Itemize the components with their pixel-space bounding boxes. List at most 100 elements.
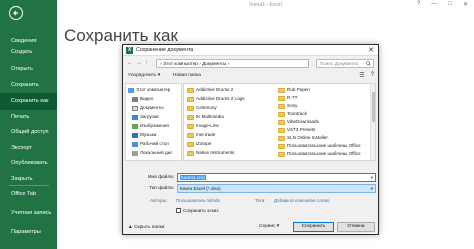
folder-icon xyxy=(187,150,194,156)
folder-item[interactable]: Addictive Drums 2 Logs xyxy=(187,95,245,103)
folder-icon xyxy=(278,111,285,117)
folder-icon xyxy=(278,119,285,125)
desktop-icon xyxy=(132,141,138,147)
file-type-label: Тип файла: xyxy=(149,185,174,190)
folder-item[interactable]: Celemony xyxy=(187,104,217,112)
backstage-item-publish[interactable]: Опубликовать xyxy=(0,155,57,172)
download-icon xyxy=(132,114,138,120)
folder-item[interactable]: Image-Line xyxy=(187,122,219,130)
folder-item[interactable]: iZotope xyxy=(187,140,211,148)
scrollbar-thumb[interactable] xyxy=(372,92,375,122)
backstage-item-save-as[interactable]: Сохранить как xyxy=(0,93,57,110)
folder-item[interactable]: XLN Online Installer xyxy=(278,134,328,142)
vertical-scrollbar[interactable] xyxy=(370,84,375,160)
authors-value[interactable]: Пользователь Windo xyxy=(176,198,220,203)
folder-item[interactable]: VibeDownloads xyxy=(278,118,319,126)
backstage-item-save[interactable]: Сохранить xyxy=(0,77,57,94)
hide-folders-button[interactable]: ▲ Скрыть папки xyxy=(128,225,164,230)
chevron-down-icon[interactable]: ▾ xyxy=(371,174,373,181)
folder-item[interactable]: IK Multimedia xyxy=(187,113,224,121)
save-thumbnail-checkbox[interactable] xyxy=(176,208,181,213)
search-input[interactable]: Поиск: Документы xyxy=(316,59,374,68)
help-icon[interactable]: ? xyxy=(417,1,420,8)
metadata-row: Авторы: Пользователь Windo Теги: Добавьт… xyxy=(123,196,378,206)
up-nav-icon[interactable]: ↑ xyxy=(145,60,148,66)
folder-item[interactable]: Native Instruments xyxy=(187,149,234,157)
folder-icon xyxy=(187,123,194,129)
nav-label: Документы xyxy=(140,105,164,110)
music-icon xyxy=(132,132,138,138)
minimize-icon[interactable]: — xyxy=(431,1,437,8)
back-arrow-icon[interactable] xyxy=(9,6,23,20)
view-options-icon[interactable]: ☰ xyxy=(359,72,364,79)
tags-value[interactable]: Добавьте ключевое слово xyxy=(274,198,330,203)
address-bar[interactable]: › Этот компьютер › Документы › xyxy=(156,59,309,68)
back-nav-icon[interactable]: ← xyxy=(127,60,133,66)
nav-item-desktop[interactable]: Рабочий стол xyxy=(132,140,169,148)
save-button[interactable]: Сохранить xyxy=(293,222,334,232)
window-title: Книга1 - Excel xyxy=(249,2,282,8)
service-menu[interactable]: Сервис ▾ xyxy=(259,224,279,229)
file-type-select[interactable]: Книга Excel (*.xlsx) ▾ xyxy=(177,184,376,193)
folder-item[interactable]: Sony xyxy=(278,102,297,110)
nav-item-music[interactable]: Музыка xyxy=(132,131,156,139)
computer-icon xyxy=(128,87,134,93)
cancel-button[interactable]: Отмена xyxy=(337,222,375,232)
nav-label: Изображения xyxy=(140,123,169,128)
nav-item-downloads[interactable]: Загрузки xyxy=(132,113,159,121)
backstage-item-open[interactable]: Открыть xyxy=(0,61,57,78)
chevron-down-icon[interactable]: ▾ xyxy=(371,185,373,192)
file-list-pane: Addictive Drums 2 Addictive Drums 2 Logs… xyxy=(183,83,376,161)
backstage-item-options[interactable]: Параметры xyxy=(0,224,57,241)
folder-item[interactable]: Inet trade xyxy=(187,131,215,139)
file-type-row: Тип файла: Книга Excel (*.xlsx) ▾ xyxy=(123,184,378,193)
organize-button[interactable]: Упорядочить ▾ xyxy=(128,73,160,78)
folder-item[interactable]: Addictive Drums 2 xyxy=(187,86,233,94)
dialog-close-icon[interactable]: ✕ xyxy=(368,46,374,54)
drive-icon xyxy=(132,150,138,156)
navigation-pane: Этот компьютер Видео Документы Загрузки … xyxy=(125,83,182,161)
forward-nav-icon[interactable]: → xyxy=(136,60,142,66)
folder-item[interactable]: VST3 Presets xyxy=(278,126,315,134)
backstage-item-office-tab[interactable]: Office Tab xyxy=(0,186,57,203)
folder-item[interactable]: Пользовательские шаблоны Office xyxy=(278,150,361,158)
nav-item-documents[interactable]: Документы xyxy=(132,104,164,112)
nav-item-video[interactable]: Видео xyxy=(132,95,153,103)
backstage-item-new[interactable]: Создать xyxy=(0,44,57,61)
dialog-titlebar: X Сохранение документа ✕ xyxy=(123,45,378,56)
nav-label: Видео xyxy=(140,96,154,101)
nav-item-local-disk[interactable]: Локальный дис xyxy=(132,149,173,157)
file-name-row: Имя файла: Книга1.xlsx ▾ xyxy=(123,173,378,182)
nav-label: Рабочий стол xyxy=(140,141,169,146)
close-icon[interactable]: ✕ xyxy=(463,1,468,8)
help-circle-icon[interactable]: ? xyxy=(371,72,374,79)
folder-item[interactable]: R-TT xyxy=(278,94,297,102)
folder-icon xyxy=(187,114,194,120)
file-name-label: Имя файла: xyxy=(147,174,174,179)
nav-item-pictures[interactable]: Изображения xyxy=(132,122,169,130)
folder-item[interactable]: Пользовательские шаблоны Office xyxy=(278,142,361,150)
folder-label: VibeDownloads xyxy=(287,119,319,124)
folder-label: XLN Online Installer xyxy=(287,135,328,140)
nav-item-this-pc[interactable]: Этот компьютер xyxy=(128,86,170,94)
folder-label: Image-Line xyxy=(196,123,219,128)
backstage-item-account[interactable]: Учетная запись xyxy=(0,205,57,222)
file-name-input[interactable]: Книга1.xlsx ▾ xyxy=(177,173,376,182)
folder-label: Toontrack xyxy=(287,111,307,116)
new-folder-button[interactable]: Новая папка xyxy=(173,73,201,78)
folder-icon xyxy=(278,151,285,157)
folder-item[interactable]: Toontrack xyxy=(278,110,307,118)
nav-label: Музыка xyxy=(140,132,157,137)
maximize-icon[interactable]: □ xyxy=(448,1,452,8)
folder-icon xyxy=(187,87,194,93)
search-icon xyxy=(366,61,371,66)
backstage-item-share[interactable]: Общий доступ xyxy=(0,124,57,141)
folder-label: R-TT xyxy=(287,95,298,100)
folder-label: VST3 Presets xyxy=(287,127,316,132)
backstage-pane: Сведения Создать Открыть Сохранить Сохра… xyxy=(0,0,57,249)
save-thumbnail-row[interactable]: Сохранить эскиз xyxy=(176,208,218,213)
folder-icon xyxy=(278,143,285,149)
folder-label: Rob Papen xyxy=(287,87,310,92)
nav-label: Загрузки xyxy=(140,114,159,119)
folder-item[interactable]: Rob Papen xyxy=(278,86,310,94)
